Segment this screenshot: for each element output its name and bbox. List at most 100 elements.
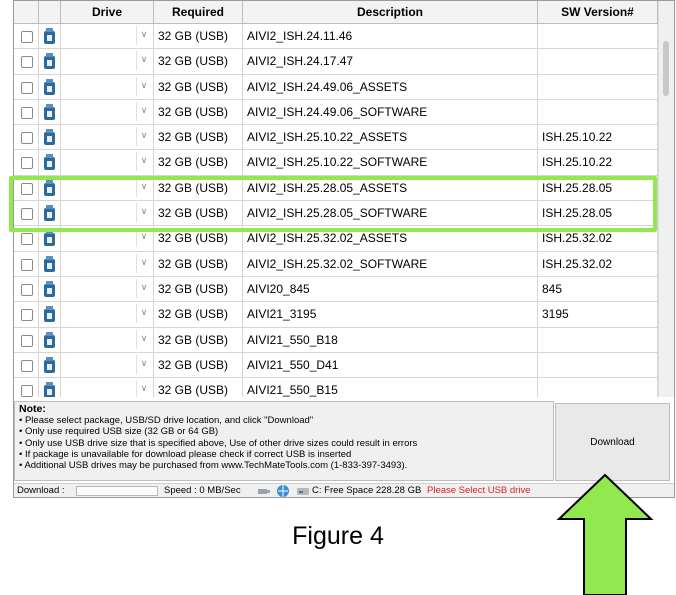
drive-select[interactable]: ∨ [61,352,154,378]
table-row[interactable]: ∨ 32 GB (USB) AIVI2_ISH.25.10.22_SOFTWARE I… [14,150,658,176]
usb-icon [44,129,55,146]
description-cell: AIVI2_ISH.24.17.47 [243,49,538,74]
scrollbar-thumb[interactable] [663,41,669,96]
header-required[interactable]: Required [154,1,243,23]
usb-drive-icon [258,489,270,494]
row-checkbox[interactable] [21,334,33,347]
drive-select[interactable]: ∨ [61,150,154,175]
row-icon-cell [39,74,61,99]
row-icon-cell [39,327,61,352]
download-button[interactable]: Download [555,403,670,481]
row-checkbox[interactable] [21,132,33,145]
table-header: Drive Required Description SW Version# [14,1,658,24]
row-checkbox[interactable] [21,283,33,296]
note-line: • Additional USB drives may be purchased… [19,460,408,472]
drive-select[interactable]: ∨ [61,378,154,397]
chevron-down-icon[interactable]: ∨ [136,354,151,374]
row-check-cell [14,24,39,49]
usb-icon [44,255,55,272]
drive-select[interactable]: ∨ [61,99,154,125]
description-cell: AIVI2_ISH.24.49.06_ASSETS [243,74,538,99]
chevron-down-icon[interactable]: ∨ [136,380,151,397]
row-checkbox[interactable] [21,258,33,271]
table-row[interactable]: ∨ 32 GB (USB) AIVI2_ISH.24.17.47 [14,49,658,75]
chevron-down-icon[interactable]: ∨ [136,26,151,45]
chevron-down-icon[interactable]: ∨ [136,51,151,71]
required-cell: 32 GB (USB) [154,74,243,99]
note-line: • Only use USB drive size that is specif… [19,437,418,449]
vertical-scrollbar[interactable] [658,1,674,397]
row-icon-cell [39,378,61,397]
row-checkbox[interactable] [21,359,33,372]
drive-select[interactable]: ∨ [61,49,154,74]
chevron-down-icon[interactable]: ∨ [136,76,151,96]
chevron-down-icon[interactable]: ∨ [136,101,151,121]
row-checkbox[interactable] [21,106,33,119]
description-cell: AIVI21_550_B15 [243,378,538,397]
required-cell: 32 GB (USB) [154,251,243,276]
table-row[interactable]: ∨ 32 GB (USB) AIVI20_845 845 [14,276,658,303]
usb-warning-text: Please Select USB drive [427,485,531,496]
table-row[interactable]: ∨ 32 GB (USB) AIVI2_ISH.24.49.06_SOFTWARE [14,99,658,126]
chevron-down-icon[interactable]: ∨ [136,278,151,298]
usb-icon [44,280,55,297]
row-icon-cell [39,125,61,150]
row-check-cell [14,150,39,175]
chevron-down-icon[interactable]: ∨ [136,304,151,324]
required-cell: 32 GB (USB) [154,327,243,352]
table-row[interactable]: ∨ 32 GB (USB) AIVI21_550_B18 [14,327,658,353]
row-checkbox[interactable] [21,56,33,69]
sw-version-cell: 3195 [538,302,658,327]
drive-select[interactable]: ∨ [61,251,154,276]
row-icon-cell [39,150,61,175]
row-checkbox[interactable] [21,81,33,94]
header-sw-version[interactable]: SW Version# [538,1,658,23]
table-row[interactable]: ∨ 32 GB (USB) AIVI21_3195 3195 [14,302,658,328]
description-cell: AIVI2_ISH.24.49.06_SOFTWARE [243,99,538,125]
required-cell: 32 GB (USB) [154,49,243,74]
drive-select[interactable]: ∨ [61,302,154,327]
note-line: • Only use required USB size (32 GB or 6… [19,426,219,438]
free-space-label: C: Free Space 228.28 GB [312,485,422,496]
sw-version-cell: ISH.25.10.22 [538,150,658,175]
row-checkbox[interactable] [21,233,33,246]
row-icon-cell [39,352,61,378]
download-label: Download : [17,485,65,496]
row-checkbox[interactable] [21,31,33,43]
description-cell: AIVI21_550_B18 [243,327,538,352]
row-check-cell [14,49,39,74]
row-check-cell [14,125,39,150]
hard-drive-icon [297,488,309,495]
header-icon-col [39,1,61,23]
header-description[interactable]: Description [243,1,538,23]
sw-version-cell [538,49,658,74]
row-checkbox[interactable] [21,385,33,397]
table-row[interactable]: ∨ 32 GB (USB) AIVI21_550_D41 [14,352,658,379]
drive-select[interactable]: ∨ [61,327,154,352]
usb-icon [44,356,55,373]
row-checkbox[interactable] [21,309,33,322]
chevron-down-icon[interactable]: ∨ [136,253,151,273]
refresh-globe-icon[interactable] [276,484,290,498]
table-row[interactable]: ∨ 32 GB (USB) AIVI2_ISH.25.32.02_SOFTWARE I… [14,251,658,277]
table-row[interactable]: ∨ 32 GB (USB) AIVI2_ISH.24.49.06_ASSETS [14,74,658,100]
table-row[interactable]: ∨ 32 GB (USB) AIVI2_ISH.25.10.22_ASSETS ISH… [14,125,658,151]
sw-version-cell: ISH.25.32.02 [538,251,658,276]
usb-icon [44,306,55,323]
row-check-cell [14,99,39,125]
drive-select[interactable]: ∨ [61,74,154,99]
table-row[interactable]: ∨ 32 GB (USB) AIVI2_ISH.24.11.46 [14,24,658,50]
usb-icon [44,230,55,247]
sw-version-cell: 845 [538,276,658,302]
row-checkbox[interactable] [21,157,33,170]
drive-select[interactable]: ∨ [61,125,154,150]
required-cell: 32 GB (USB) [154,352,243,378]
chevron-down-icon[interactable]: ∨ [136,127,151,147]
drive-select[interactable]: ∨ [61,276,154,302]
chevron-down-icon[interactable]: ∨ [136,329,151,349]
description-cell: AIVI21_3195 [243,302,538,327]
drive-select[interactable]: ∨ [61,24,154,49]
table-row[interactable]: ∨ 32 GB (USB) AIVI21_550_B15 [14,378,658,397]
chevron-down-icon[interactable]: ∨ [136,152,151,172]
header-drive[interactable]: Drive [61,1,154,23]
